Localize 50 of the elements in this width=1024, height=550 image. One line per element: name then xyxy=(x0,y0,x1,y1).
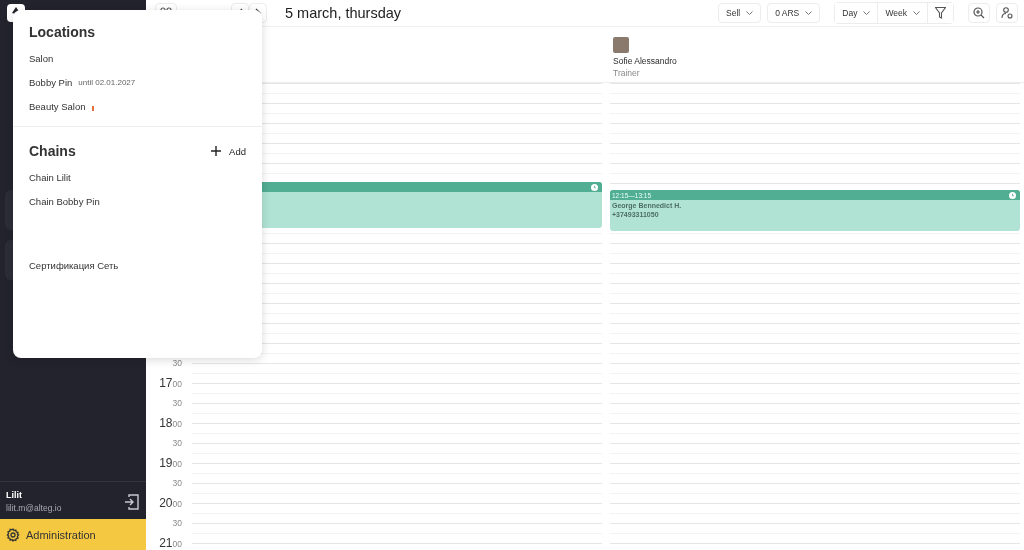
gear-icon xyxy=(6,527,20,542)
chain-item[interactable]: Сертификация Сеть xyxy=(29,260,119,271)
minutes-label: 00 xyxy=(172,499,182,511)
minutes-label: 30 xyxy=(172,517,182,530)
administration-button[interactable]: Administration xyxy=(0,519,146,550)
chevron-down-icon xyxy=(805,11,813,15)
date-title: 5 march, thursday xyxy=(285,5,402,21)
add-chain-button[interactable]: Add xyxy=(211,145,246,157)
plus-icon xyxy=(211,146,222,156)
hour-label: 21 xyxy=(159,536,173,550)
expiry-note: until 02.01.2027 xyxy=(78,78,136,87)
minutes-label: 30 xyxy=(172,437,182,450)
staff-settings-button[interactable] xyxy=(996,3,1018,23)
staff-name: Sofie Alessandro xyxy=(613,56,677,66)
minutes-label: 00 xyxy=(172,379,182,391)
filter-icon xyxy=(935,7,946,19)
chain-item[interactable]: Chain Lilit xyxy=(29,172,71,183)
hour-label: 18 xyxy=(159,416,173,430)
hour-label: 19 xyxy=(159,456,173,470)
minutes-label: 00 xyxy=(172,539,182,550)
currency-dropdown[interactable]: 0 ARS xyxy=(767,3,821,23)
user-email: lilit.m@alteg.io xyxy=(6,503,62,513)
photo-placeholder xyxy=(613,37,629,53)
chevron-down-icon xyxy=(913,11,920,15)
minutes-label: 30 xyxy=(172,357,182,370)
alert-marker-icon xyxy=(91,105,94,111)
hour-label: 17 xyxy=(159,376,173,390)
chevron-down-icon xyxy=(746,11,754,15)
section-heading: Chains xyxy=(29,143,76,159)
minutes-label: 00 xyxy=(172,459,182,471)
location-item[interactable]: Bobby Pin xyxy=(29,77,73,88)
staff-role: Trainer xyxy=(613,68,640,78)
minutes-label: 30 xyxy=(172,397,182,410)
view-mode-dropdown[interactable]: Day xyxy=(835,3,879,23)
section-heading: Locations xyxy=(29,24,97,40)
zoom-button[interactable] xyxy=(968,3,990,23)
zoom-in-icon xyxy=(973,7,985,19)
location-item[interactable]: Salon xyxy=(29,53,54,64)
user-name: Lilit xyxy=(6,490,23,500)
location-item[interactable]: Beauty Salon xyxy=(29,101,86,112)
clock-icon xyxy=(591,183,598,191)
logout-icon[interactable] xyxy=(124,492,140,511)
chevron-down-icon xyxy=(863,11,871,15)
sell-dropdown[interactable]: Sell xyxy=(718,3,762,23)
person-settings-icon xyxy=(1001,7,1013,19)
clock-icon xyxy=(1009,191,1016,199)
chain-item[interactable]: Chain Bobby Pin xyxy=(29,196,100,207)
hour-label: 20 xyxy=(159,496,173,510)
minutes-label: 30 xyxy=(172,477,182,490)
minutes-label: 00 xyxy=(172,419,182,431)
